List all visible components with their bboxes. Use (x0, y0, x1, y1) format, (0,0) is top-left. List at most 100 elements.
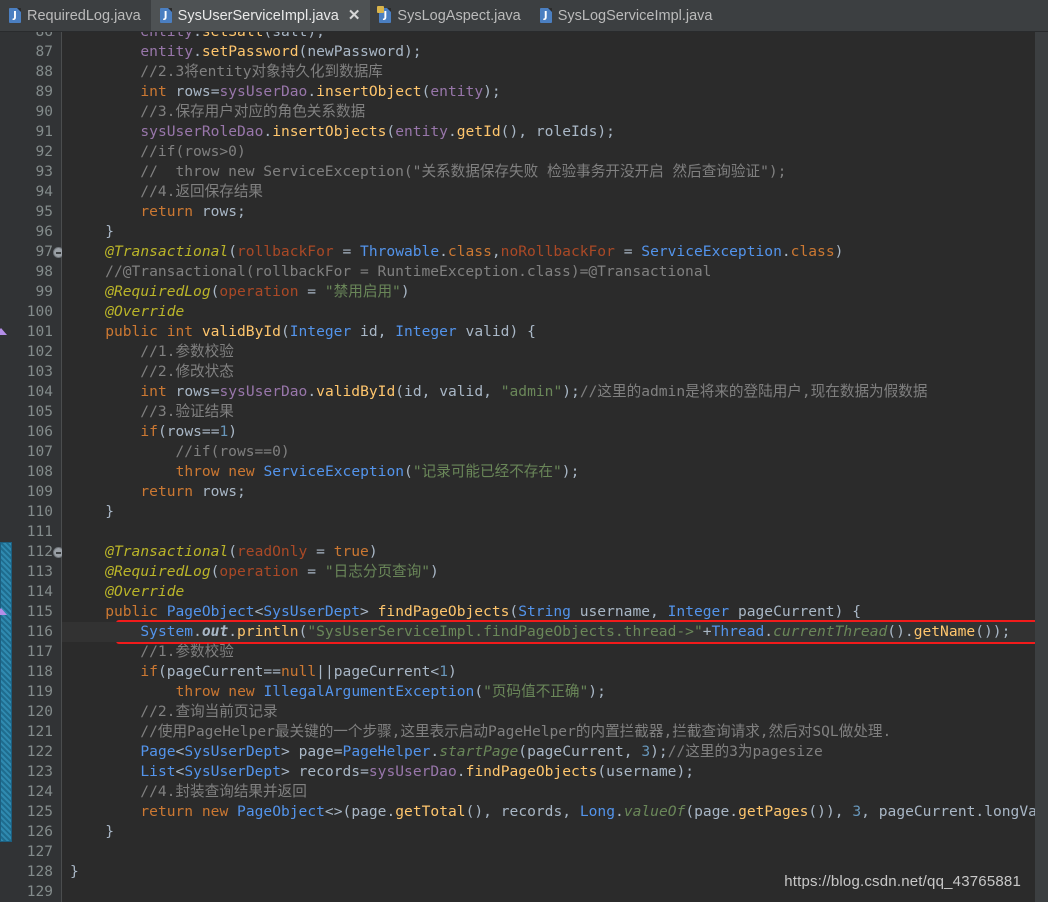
override-method-icon[interactable] (0, 608, 7, 615)
code-line[interactable]: sysUserRoleDao.insertObjects(entity.getI… (62, 122, 1035, 142)
code-line[interactable]: //3.验证结果 (62, 402, 1035, 422)
line-number: 123 (26, 764, 53, 780)
code-line[interactable]: int rows=sysUserDao.validById(id, valid,… (62, 382, 1035, 402)
java-file-icon (159, 8, 172, 23)
code-line[interactable]: public PageObject<SysUserDept> findPageO… (62, 602, 1035, 622)
line-number: 88 (35, 64, 53, 80)
tab-sysuserserviceimpl-java[interactable]: SysUserServiceImpl.java ✕ (150, 0, 371, 31)
code-line[interactable]: throw new IllegalArgumentException("页码值不… (62, 682, 1035, 702)
line-number: 108 (26, 464, 53, 480)
code-line[interactable]: // throw new ServiceException("关系数据保存失败 … (62, 162, 1035, 182)
code-line[interactable]: //@Transactional(rollbackFor = RuntimeEx… (62, 262, 1035, 282)
line-number: 124 (26, 784, 53, 800)
line-number: 89 (35, 84, 53, 100)
line-number: 113 (26, 564, 53, 580)
code-line[interactable]: //4.封装查询结果并返回 (62, 782, 1035, 802)
line-number: 116 (26, 624, 53, 640)
line-number: 102 (26, 344, 53, 360)
code-line[interactable]: throw new ServiceException("记录可能已经不存在"); (62, 462, 1035, 482)
code-line[interactable]: entity.setPassword(newPassword); (62, 42, 1035, 62)
code-line[interactable]: //2.修改状态 (62, 362, 1035, 382)
code-line[interactable]: @Override (62, 582, 1035, 602)
editor-tab-bar: RequiredLog.java SysUserServiceImpl.java… (0, 0, 1048, 32)
code-line[interactable]: @Transactional(rollbackFor = Throwable.c… (62, 242, 1035, 262)
code-line[interactable] (62, 842, 1035, 862)
vertical-scrollbar[interactable] (1035, 32, 1048, 902)
line-number: 103 (26, 364, 53, 380)
tab-label: SysLogAspect.java (397, 7, 521, 24)
code-line[interactable]: } (62, 862, 1035, 882)
line-number: 129 (26, 884, 53, 900)
java-file-icon (9, 8, 21, 23)
code-line[interactable]: @Override (62, 302, 1035, 322)
close-icon[interactable]: ✕ (348, 8, 361, 23)
code-line[interactable]: Page<SysUserDept> page=PageHelper.startP… (62, 742, 1035, 762)
code-line[interactable]: return rows; (62, 482, 1035, 502)
line-number: 120 (26, 704, 53, 720)
code-line[interactable]: //1.参数校验 (62, 642, 1035, 662)
code-line[interactable]: } (62, 822, 1035, 842)
code-line[interactable]: List<SysUserDept> records=sysUserDao.fin… (62, 762, 1035, 782)
code-line[interactable] (62, 522, 1035, 542)
code-line[interactable]: //if(rows>0) (62, 142, 1035, 162)
code-line[interactable]: if(rows==1) (62, 422, 1035, 442)
code-line[interactable]: //2.查询当前页记录 (62, 702, 1035, 722)
line-number: 95 (35, 204, 53, 220)
line-number: 121 (26, 724, 53, 740)
line-number: 119 (26, 684, 53, 700)
code-line[interactable]: System.out.println("SysUserServiceImpl.f… (62, 622, 1035, 642)
line-number-gutter[interactable]: 86 87 88 89 90 91 92 93 94 95 96 97 98 99 100 101 102 103… (0, 32, 64, 902)
line-number: 94 (35, 184, 53, 200)
line-number: 100 (26, 304, 53, 320)
code-line[interactable] (62, 882, 1035, 902)
line-number: 98 (35, 264, 53, 280)
tab-syslogserviceimpl-java[interactable]: SysLogServiceImpl.java (530, 0, 723, 31)
code-line[interactable]: int rows=sysUserDao.insertObject(entity)… (62, 82, 1035, 102)
line-number: 109 (26, 484, 53, 500)
code-line[interactable]: //4.返回保存结果 (62, 182, 1035, 202)
line-number: 99 (35, 284, 53, 300)
code-line[interactable]: return rows; (62, 202, 1035, 222)
line-number: 112 (9, 542, 64, 562)
line-number: 87 (35, 44, 53, 60)
java-file-locked-icon (377, 6, 392, 23)
code-line[interactable]: @Transactional(readOnly = true) (62, 542, 1035, 562)
line-number: 96 (35, 224, 53, 240)
line-number: 128 (26, 864, 53, 880)
line-number: 105 (26, 404, 53, 420)
tab-label: SysLogServiceImpl.java (557, 7, 713, 24)
tab-syslogaspect-java[interactable]: SysLogAspect.java (370, 0, 531, 31)
code-line[interactable]: return new PageObject<>(page.getTotal(),… (62, 802, 1035, 822)
code-line[interactable]: entity.setSalt(salt); (62, 32, 1035, 42)
code-line[interactable]: public int validById(Integer id, Integer… (62, 322, 1035, 342)
code-line[interactable]: } (62, 222, 1035, 242)
ide-window: RequiredLog.java SysUserServiceImpl.java… (0, 0, 1048, 902)
line-number: 127 (26, 844, 53, 860)
line-number: 122 (26, 744, 53, 760)
tab-requiredlog-java[interactable]: RequiredLog.java (0, 0, 151, 31)
line-number: 90 (35, 104, 53, 120)
line-number: 92 (35, 144, 53, 160)
line-number: 101 (0, 322, 56, 342)
line-number: 117 (26, 644, 53, 660)
code-editor[interactable]: 86 87 88 89 90 91 92 93 94 95 96 97 98 99 100 101 102 103… (0, 32, 1048, 902)
line-number: 107 (26, 444, 53, 460)
line-number: 125 (26, 804, 53, 820)
code-line[interactable]: if(pageCurrent==null||pageCurrent<1) (62, 662, 1035, 682)
code-line[interactable]: //3.保存用户对应的角色关系数据 (62, 102, 1035, 122)
code-line[interactable]: @RequiredLog(operation = "日志分页查询") (62, 562, 1035, 582)
code-line[interactable]: //if(rows==0) (62, 442, 1035, 462)
line-number: 91 (35, 124, 53, 140)
line-number: 110 (26, 504, 53, 520)
java-file-icon (539, 8, 552, 23)
line-number: 86 (35, 32, 53, 40)
code-line[interactable]: //2.3将entity对象持久化到数据库 (62, 62, 1035, 82)
code-line[interactable]: } (62, 502, 1035, 522)
override-method-icon[interactable] (0, 328, 7, 335)
code-line[interactable]: //使用PageHelper最关键的一个步骤,这里表示启动PageHelper的… (62, 722, 1035, 742)
code-text-area[interactable]: https://blog.csdn.net/qq_43765881 entity… (62, 32, 1035, 902)
code-line[interactable]: //1.参数校验 (62, 342, 1035, 362)
code-line[interactable]: @RequiredLog(operation = "禁用启用") (62, 282, 1035, 302)
line-number: 115 (0, 602, 56, 622)
line-number: 111 (26, 524, 53, 540)
